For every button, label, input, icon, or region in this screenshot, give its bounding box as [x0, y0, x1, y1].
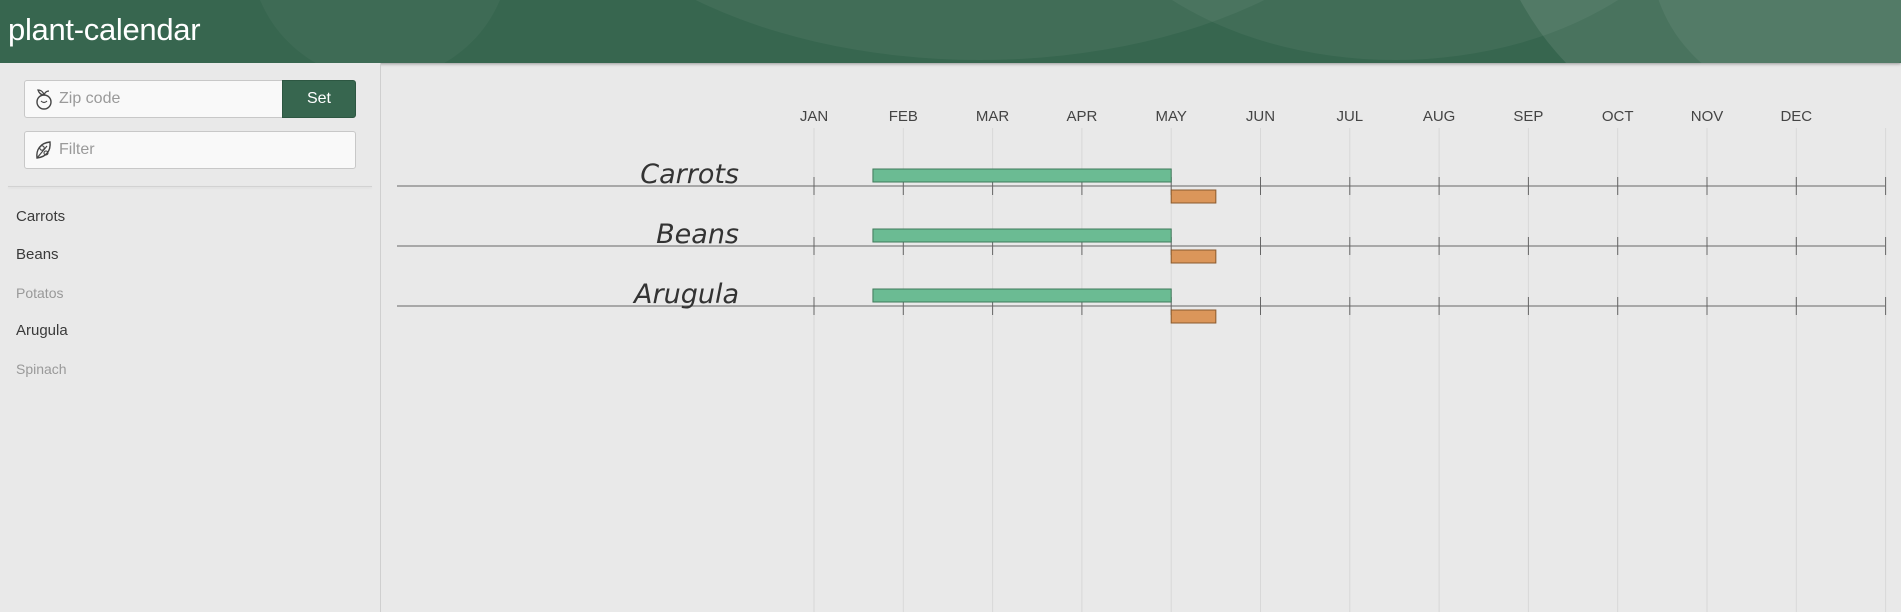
zip-code-field[interactable] [24, 80, 283, 118]
transplant-bar [1170, 189, 1217, 204]
month-label: AUG [1423, 108, 1456, 125]
app-header: plant-calendar [0, 0, 1901, 63]
month-label: JUL [1336, 108, 1363, 125]
plant-item-beans[interactable]: Beans [16, 236, 68, 274]
plant-row-label: Beans [656, 219, 739, 250]
plant-item-spinach[interactable]: Spinach [16, 350, 68, 388]
month-label: SEP [1513, 108, 1543, 125]
month-label: NOV [1691, 108, 1724, 125]
sidebar: Set Carrots Beans Potatos Arugula Spinac… [0, 63, 381, 612]
filter-field[interactable] [24, 131, 356, 169]
start-indoors-bar [872, 228, 1172, 243]
month-label: FEB [889, 108, 918, 125]
month-label: JAN [800, 108, 828, 125]
month-label: DEC [1780, 108, 1812, 125]
plant-row-label: Carrots [640, 159, 739, 190]
sidebar-divider [8, 186, 372, 187]
sprout-icon [36, 89, 52, 110]
start-indoors-bar [872, 168, 1172, 183]
transplant-bar [1170, 249, 1217, 264]
zip-code-input[interactable] [59, 81, 274, 117]
planting-timeline: JAN FEB MAR APR MAY JUN JUL AUG SEP OCT NOV DEC Carr… [397, 108, 1887, 612]
month-label: MAY [1155, 108, 1186, 125]
month-label: APR [1066, 108, 1097, 125]
start-indoors-bar [872, 288, 1172, 303]
month-label: OCT [1602, 108, 1634, 125]
set-zip-button[interactable]: Set [282, 80, 356, 118]
leaf-icon [36, 141, 51, 159]
header-decoration [250, 0, 510, 63]
plant-item-arugula[interactable]: Arugula [16, 312, 68, 350]
app-title: plant-calendar [8, 12, 201, 47]
plant-item-potatos[interactable]: Potatos [16, 274, 68, 312]
month-label: MAR [976, 108, 1010, 125]
month-label: JUN [1246, 108, 1275, 125]
plant-row-label: Arugula [632, 279, 739, 310]
plant-list: Carrots Beans Potatos Arugula Spinach [16, 198, 68, 388]
plant-item-carrots[interactable]: Carrots [16, 198, 68, 236]
transplant-bar [1170, 309, 1217, 324]
filter-input[interactable] [59, 132, 349, 168]
